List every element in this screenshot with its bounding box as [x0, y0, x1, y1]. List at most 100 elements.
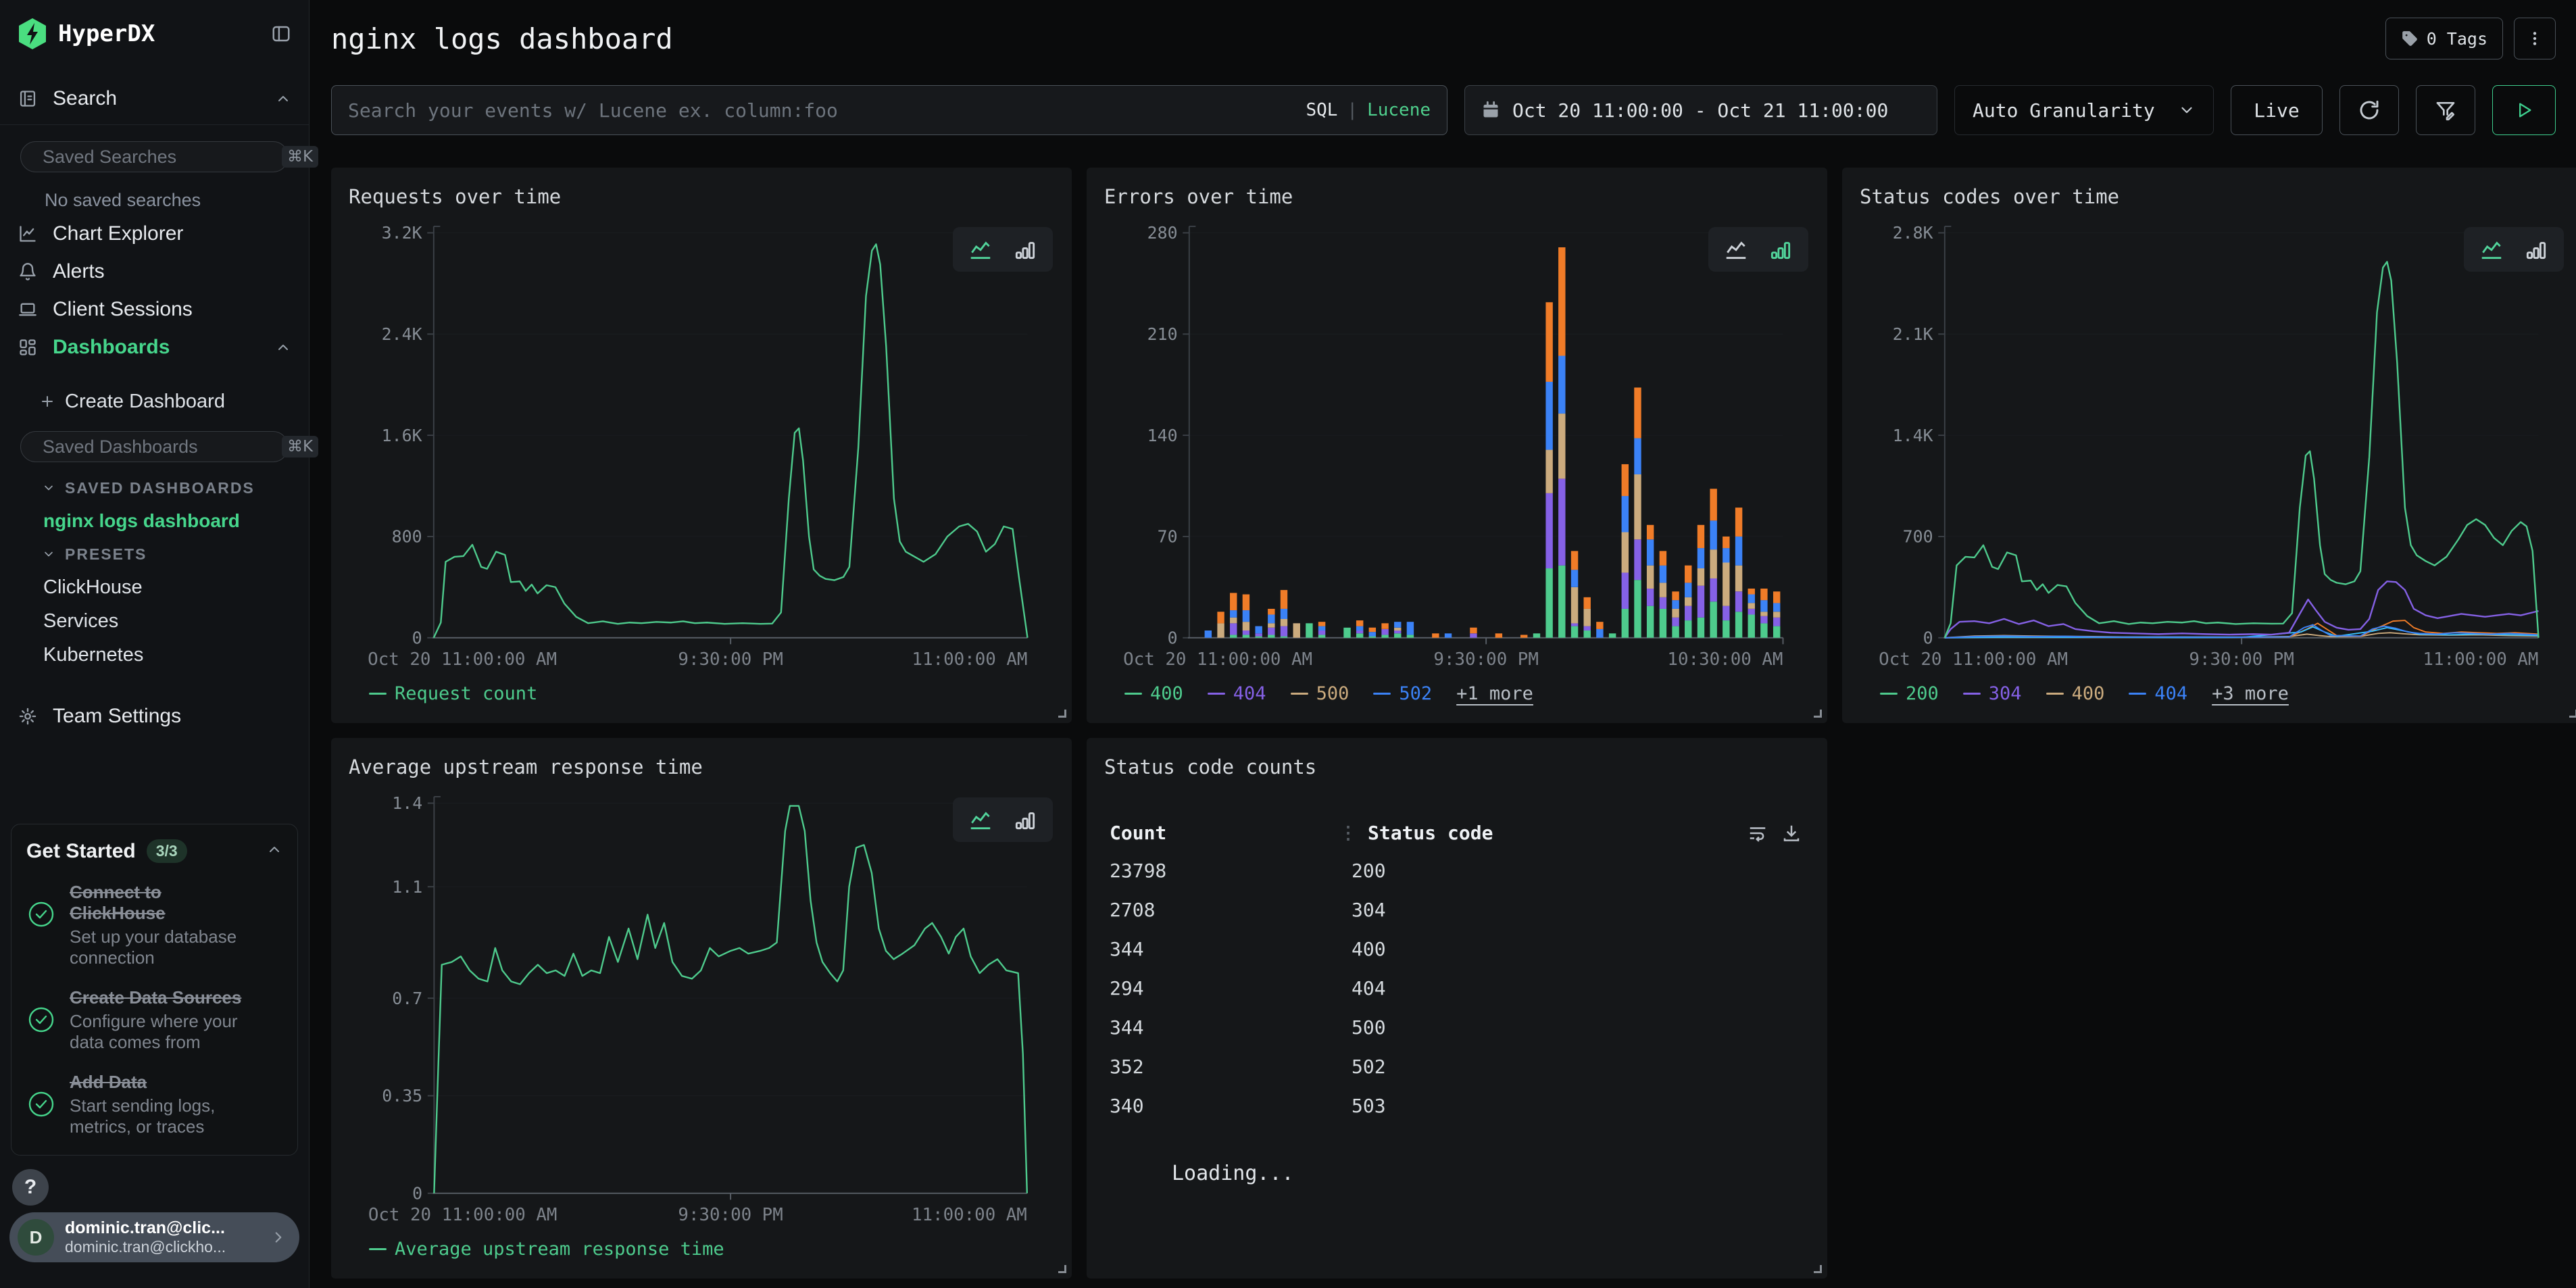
bar-chart-toggle-icon[interactable]	[1765, 237, 1796, 262]
saved-dashboards-input[interactable]	[43, 437, 282, 457]
table-row: 23798200	[1104, 851, 1812, 890]
line-chart-toggle-icon[interactable]	[2476, 237, 2507, 262]
refresh-button[interactable]	[2339, 85, 2399, 135]
avg-upstream-response-time-chart[interactable]: 1.41.10.70.350Oct 20 11:00:00 AM9:30:00 …	[349, 781, 1057, 1235]
filter-button[interactable]	[2416, 85, 2475, 135]
legend-item[interactable]: 304	[1963, 683, 2022, 704]
svg-text:700: 700	[1903, 527, 1933, 547]
sidebar-item-chart-explorer[interactable]: Chart Explorer	[0, 215, 309, 253]
live-button[interactable]: Live	[2231, 85, 2323, 135]
saved-searches-search[interactable]: ⌘K	[20, 141, 289, 172]
event-search-input[interactable]	[348, 99, 1306, 122]
legend-item[interactable]: 500	[1291, 683, 1349, 704]
svg-text:11:00:00 AM: 11:00:00 AM	[912, 649, 1027, 670]
line-chart-toggle-icon[interactable]	[1720, 237, 1752, 262]
saved-dashboards-search[interactable]: ⌘K	[20, 431, 289, 462]
svg-text:11:00:00 AM: 11:00:00 AM	[912, 1205, 1027, 1225]
panel-resize-handle[interactable]	[1058, 1265, 1066, 1273]
line-chart-toggle-icon[interactable]	[965, 807, 996, 833]
tags-button[interactable]: 0 Tags	[2385, 18, 2503, 59]
chevron-up-icon	[275, 91, 291, 107]
bar-chart-toggle-icon[interactable]	[1010, 237, 1041, 262]
svg-text:0: 0	[412, 1183, 422, 1203]
sidebar-item-dashboards[interactable]: Dashboards	[0, 328, 309, 366]
panel-resize-handle[interactable]	[1814, 710, 1822, 718]
legend-item[interactable]: 404	[1208, 683, 1266, 704]
errors-over-time-chart[interactable]: 280210140700Oct 20 11:00:00 AM9:30:00 PM…	[1104, 211, 1812, 679]
svg-text:9:30:00 PM: 9:30:00 PM	[678, 649, 783, 670]
svg-text:1.6K: 1.6K	[382, 426, 422, 445]
get-started-step-connect[interactable]: Connect to ClickHouse Set up your databa…	[26, 882, 282, 968]
legend-item[interactable]: 404	[2129, 683, 2187, 704]
legend-item[interactable]: 400	[2046, 683, 2105, 704]
svg-text:2.8K: 2.8K	[1893, 223, 1933, 243]
chart-legend: Average upstream response time	[349, 1235, 1057, 1268]
panel-resize-handle[interactable]	[1058, 710, 1066, 718]
user-menu[interactable]: D dominic.tran@clic... dominic.tran@clic…	[9, 1212, 299, 1262]
svg-text:Oct 20 11:00:00 AM: Oct 20 11:00:00 AM	[1879, 649, 2068, 670]
sidebar-item-nginx-logs-dashboard[interactable]: nginx logs dashboard	[0, 504, 309, 538]
create-dashboard-button[interactable]: Create Dashboard	[0, 384, 309, 419]
create-dashboard-label: Create Dashboard	[65, 391, 225, 413]
sidebar-item-client-sessions[interactable]: Client Sessions	[0, 291, 309, 328]
dashboards-icon	[18, 338, 37, 357]
collapse-sidebar-button[interactable]	[271, 24, 291, 44]
svg-text:1.1: 1.1	[392, 877, 422, 897]
get-started-step-sources[interactable]: Create Data Sources Configure where your…	[26, 987, 282, 1053]
lucene-mode-button[interactable]: Lucene	[1367, 100, 1431, 120]
presets-section-header[interactable]: PRESETS	[0, 538, 309, 570]
granularity-value: Auto Granularity	[1973, 99, 2155, 122]
svg-text:210: 210	[1147, 324, 1178, 344]
legend-item[interactable]: 502	[1373, 683, 1432, 704]
get-started-progress-badge: 3/3	[147, 839, 187, 863]
bar-chart-toggle-icon[interactable]	[2521, 237, 2552, 262]
sidebar-item-label: Dashboards	[53, 336, 275, 359]
download-icon[interactable]	[1781, 823, 1802, 843]
column-drag-handle[interactable]: ⋮	[1339, 823, 1356, 843]
sidebar-item-kubernetes[interactable]: Kubernetes	[0, 638, 309, 672]
divider	[0, 124, 309, 125]
sidebar-item-team-settings[interactable]: Team Settings	[0, 697, 309, 735]
user-email: dominic.tran@clickho...	[65, 1238, 270, 1256]
legend-more-link[interactable]: +1 more	[1456, 683, 1533, 704]
requests-over-time-chart[interactable]: 3.2K2.4K1.6K8000Oct 20 11:00:00 AM9:30:0…	[349, 211, 1057, 679]
help-button[interactable]: ?	[12, 1169, 49, 1206]
sql-mode-button[interactable]: SQL	[1306, 100, 1337, 120]
get-started-step-add-data[interactable]: Add Data Start sending logs, metrics, or…	[26, 1072, 282, 1137]
collapse-sidebar-icon	[271, 24, 291, 44]
bar-chart-toggle-icon[interactable]	[1010, 807, 1041, 833]
table-body: 2379820027083043444002944043445003525023…	[1104, 851, 1812, 1125]
panel-resize-handle[interactable]	[1814, 1265, 1822, 1273]
user-name: dominic.tran@clic...	[65, 1218, 270, 1238]
get-started-card: Get Started 3/3 Connect to ClickHouse Se…	[11, 824, 298, 1156]
sidebar-item-clickhouse[interactable]: ClickHouse	[0, 570, 309, 604]
legend-item[interactable]: Average upstream response time	[369, 1239, 724, 1260]
bell-icon	[18, 262, 37, 281]
run-query-button[interactable]	[2492, 85, 2556, 135]
panel-resize-handle[interactable]	[2569, 710, 2576, 718]
time-range-picker[interactable]: Oct 20 11:00:00 - Oct 21 11:00:00	[1464, 85, 1937, 135]
cell-status-code: 503	[1352, 1095, 1386, 1117]
legend-item[interactable]: Request count	[369, 683, 537, 704]
legend-more-link[interactable]: +3 more	[2212, 683, 2289, 704]
sidebar-item-alerts[interactable]: Alerts	[0, 253, 309, 291]
granularity-select[interactable]: Auto Granularity	[1954, 85, 2214, 135]
cell-count: 344	[1110, 1016, 1352, 1039]
panel-errors-over-time: Errors over time 280210140700Oct 20 11:0…	[1087, 168, 1827, 723]
refresh-icon	[2358, 99, 2380, 121]
sidebar-item-search[interactable]: Search	[0, 80, 309, 118]
table-header: Count ⋮ Status code	[1104, 822, 1812, 844]
svg-text:2.4K: 2.4K	[382, 324, 422, 344]
line-chart-toggle-icon[interactable]	[965, 237, 996, 262]
sidebar-item-services[interactable]: Services	[0, 604, 309, 638]
sidebar-item-label: Client Sessions	[53, 298, 291, 321]
more-options-button[interactable]	[2514, 18, 2556, 59]
wrap-text-icon[interactable]	[1748, 823, 1768, 843]
legend-item[interactable]: 400	[1124, 683, 1183, 704]
saved-dashboards-section-header[interactable]: SAVED DASHBOARDS	[0, 472, 309, 504]
svg-text:9:30:00 PM: 9:30:00 PM	[678, 1205, 783, 1225]
saved-searches-input[interactable]	[43, 147, 282, 168]
legend-item[interactable]: 200	[1880, 683, 1939, 704]
svg-text:0.7: 0.7	[392, 989, 422, 1008]
status-codes-over-time-chart[interactable]: 2.8K2.1K1.4K7000Oct 20 11:00:00 AM9:30:0…	[1860, 211, 2568, 679]
